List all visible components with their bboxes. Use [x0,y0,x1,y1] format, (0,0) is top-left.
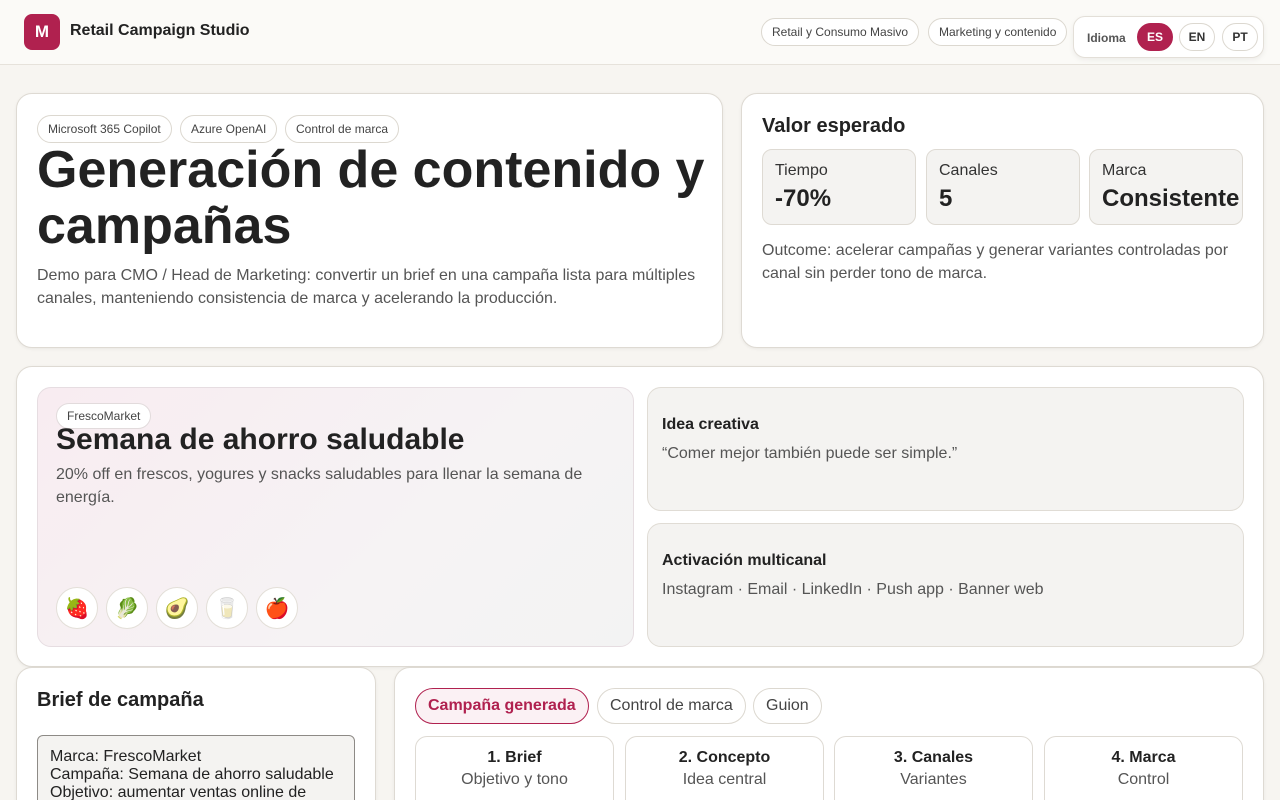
multichannel-text: Instagram · Email · LinkedIn · Push app … [662,581,1044,598]
value-title: Valor esperado [762,115,906,137]
brief-title: Brief de campaña [37,689,204,711]
step-title: 4. Marca [1111,749,1176,766]
page-title: Generación de contenido y campañas [37,141,705,255]
industry-chip: Retail y Consumo Masivo [761,18,920,46]
step-subtitle: Objetivo y tono [461,771,568,788]
brief-textarea[interactable]: Marca: FrescoMarket Campaña: Semana de a… [37,735,355,800]
value-card: Valor esperado Tiempo -70% Canales 5 Mar… [741,93,1264,348]
metric-value: -70% [775,185,832,212]
metric-value: 5 [939,185,953,212]
brief-line: Campaña: Semana de ahorro saludable [50,766,334,783]
step-concept: 2. Concepto Idea central [625,736,824,800]
creative-idea-text: “Comer mejor también puede ser simple.” [662,445,958,462]
brief-card: Brief de campaña Marca: FrescoMarket Cam… [16,667,376,800]
milk-glass-icon: 🥛 [206,587,248,629]
metric-brand: Marca Consistente [1089,149,1243,225]
metric-label: Marca [1102,162,1147,179]
step-title: 1. Brief [487,749,542,766]
lettuce-icon: 🥬 [106,587,148,629]
step-title: 3. Canales [893,749,974,766]
language-en-button[interactable]: EN [1179,23,1215,51]
step-channels: 3. Canales Variantes [834,736,1033,800]
tab-script[interactable]: Guion [753,688,822,724]
outcome-text: Outcome: acelerar campañas y generar var… [762,242,1229,282]
campaign-banner: FrescoMarket Semana de ahorro saludable … [37,387,634,647]
campaign-title: Semana de ahorro saludable [56,423,465,456]
brief-line: Marca: FrescoMarket [50,748,202,765]
multichannel-title: Activación multicanal [662,552,827,569]
app-title: Retail Campaign Studio [70,22,250,39]
campaign-preview-card: FrescoMarket Semana de ahorro saludable … [16,366,1264,667]
tab-brand-control[interactable]: Control de marca [597,688,746,724]
language-pt-button[interactable]: PT [1222,23,1258,51]
metric-channels: Canales 5 [926,149,1080,225]
step-subtitle: Control [1117,771,1170,788]
app-logo: M [24,14,60,50]
step-subtitle: Idea central [682,771,767,788]
hero-card: Microsoft 365 Copilot Azure OpenAI Contr… [16,93,723,348]
campaign-description: 20% off en frescos, yogures y snacks sal… [56,466,583,506]
step-subtitle: Variantes [900,771,967,788]
multichannel-box: Activación multicanal Instagram · Email … [647,523,1244,647]
metric-value: Consistente [1102,185,1240,212]
step-title: 2. Concepto [678,749,771,766]
brief-line: Objetivo: aumentar ventas online de [50,784,307,800]
language-es-button[interactable]: ES [1137,23,1173,51]
creative-idea-title: Idea creativa [662,416,759,433]
metric-label: Canales [939,162,998,179]
tag-copilot: Microsoft 365 Copilot [37,115,172,143]
area-chip: Marketing y contenido [928,18,1068,46]
language-selector: Idioma ES EN PT [1073,16,1264,58]
step-brief: 1. Brief Objetivo y tono [415,736,614,800]
metric-label: Tiempo [775,162,828,179]
metric-time: Tiempo -70% [762,149,916,225]
creative-idea-box: Idea creativa “Comer mejor también puede… [647,387,1244,511]
tag-azure-openai: Azure OpenAI [180,115,278,143]
avocado-icon: 🥑 [156,587,198,629]
page-description: Demo para CMO / Head de Marketing: conve… [37,267,696,307]
step-brand: 4. Marca Control [1044,736,1243,800]
top-bar: M Retail Campaign Studio Retail y Consum… [0,0,1280,65]
strawberry-icon: 🍓 [56,587,98,629]
tag-brand-control: Control de marca [285,115,400,143]
tab-generated-campaign[interactable]: Campaña generada [415,688,589,724]
apple-icon: 🍎 [256,587,298,629]
output-card: Campaña generada Control de marca Guion … [394,667,1264,800]
language-label: Idioma [1087,31,1126,45]
